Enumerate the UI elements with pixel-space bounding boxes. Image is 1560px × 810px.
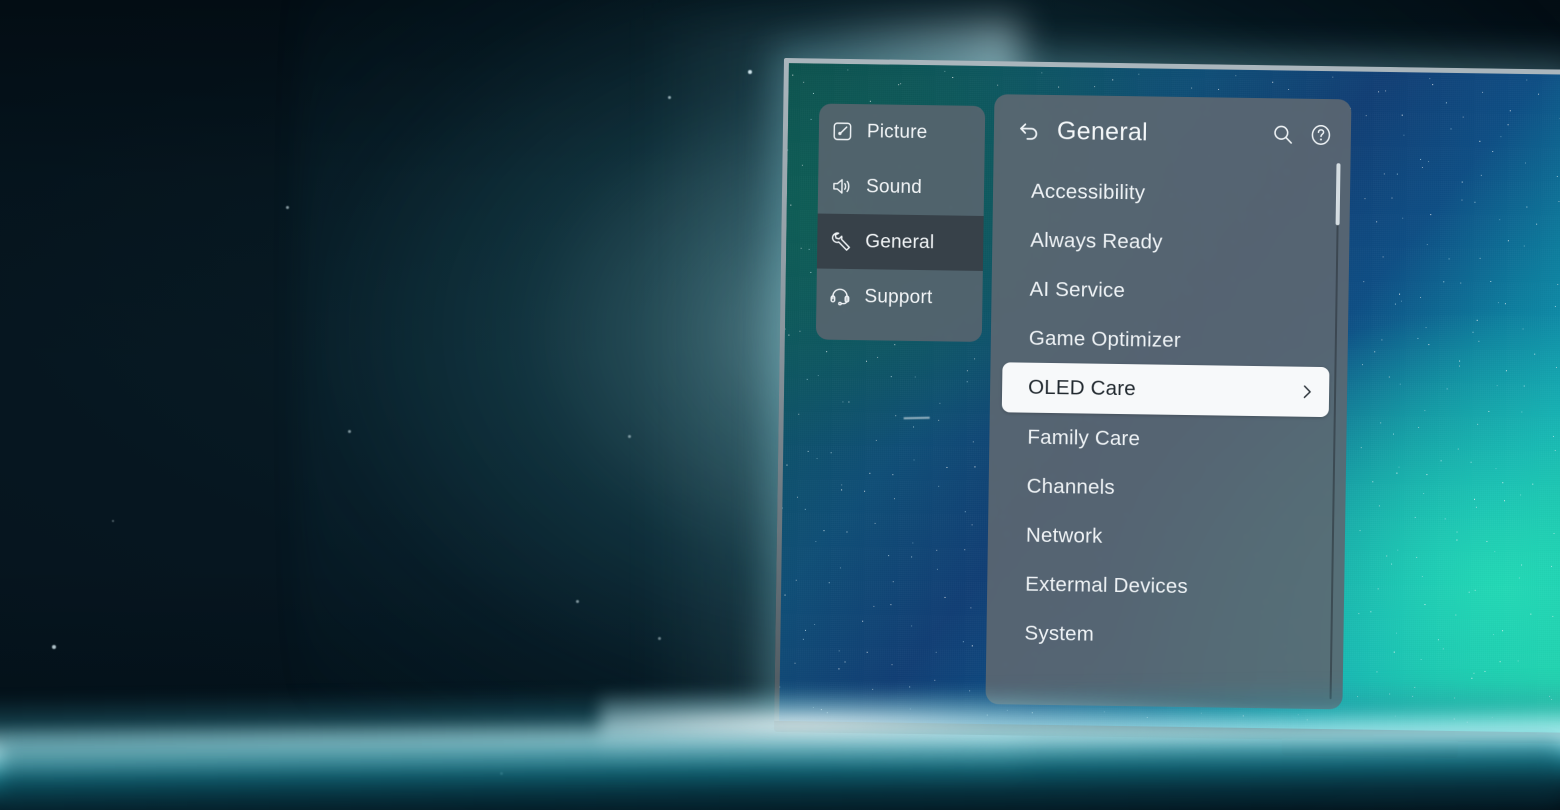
scene-root: Picture Sound General Support General Ac…: [0, 0, 1560, 810]
page-title: General: [1056, 116, 1149, 146]
search-icon[interactable]: [1271, 122, 1295, 146]
list-item-channels[interactable]: Channels: [1000, 461, 1330, 515]
sidebar-item-support[interactable]: Support: [816, 269, 983, 326]
list-item-label: Network: [1025, 523, 1103, 548]
list-item-label: Always Ready: [1030, 228, 1163, 254]
tv-stand: [1281, 738, 1458, 759]
list-item-label: Game Optimizer: [1028, 326, 1182, 352]
sidebar-item-label: Support: [864, 285, 933, 308]
list-item-network[interactable]: Network: [1000, 510, 1330, 564]
headset-icon: [830, 288, 850, 306]
list-item-accessibility[interactable]: Accessibility: [1005, 166, 1335, 220]
sidebar-item-sound[interactable]: Sound: [818, 159, 985, 216]
list-item-label: System: [1024, 621, 1095, 646]
list-item-family-care[interactable]: Family Care: [1001, 412, 1331, 466]
television: Picture Sound General Support General Ac…: [774, 58, 1560, 759]
sidebar-item-label: Picture: [866, 120, 928, 143]
list-item-label: Extermal Devices: [1025, 572, 1189, 598]
panel-header-actions: [1271, 122, 1333, 147]
back-arrow-icon[interactable]: [1016, 117, 1042, 143]
list-item-ai-service[interactable]: AI Service: [1003, 264, 1333, 318]
panel-header: General: [993, 94, 1351, 171]
tv-screen: Picture Sound General Support General Ac…: [779, 63, 1560, 734]
list-item-external-devices[interactable]: Extermal Devices: [999, 559, 1329, 613]
sidebar-item-label: General: [865, 230, 935, 253]
settings-item-list: Accessibility Always Ready AI Service Ga…: [986, 166, 1350, 662]
help-circle-icon[interactable]: [1309, 123, 1333, 147]
settings-category-rail[interactable]: Picture Sound General Support: [815, 103, 986, 342]
speaker-icon: [833, 179, 850, 194]
wrench-icon: [831, 232, 851, 251]
sidebar-item-label: Sound: [865, 175, 923, 198]
list-item-game-optimizer[interactable]: Game Optimizer: [1003, 313, 1333, 367]
list-item-always-ready[interactable]: Always Ready: [1004, 215, 1334, 269]
general-settings-panel: General Accessibility Always Ready AI Se…: [985, 94, 1352, 710]
list-item-label: Family Care: [1027, 425, 1141, 450]
list-item-label: AI Service: [1029, 277, 1126, 302]
sidebar-item-picture[interactable]: Picture: [819, 104, 986, 161]
list-item-oled-care[interactable]: OLED Care: [1001, 362, 1330, 418]
list-item-label: Channels: [1026, 474, 1116, 499]
picture-icon: [833, 122, 852, 141]
list-item-system[interactable]: System: [998, 608, 1328, 662]
sidebar-item-general[interactable]: General: [816, 213, 984, 271]
list-item-label: OLED Care: [1027, 375, 1137, 401]
chevron-right-icon: [1303, 385, 1311, 399]
list-item-label: Accessibility: [1030, 179, 1146, 204]
